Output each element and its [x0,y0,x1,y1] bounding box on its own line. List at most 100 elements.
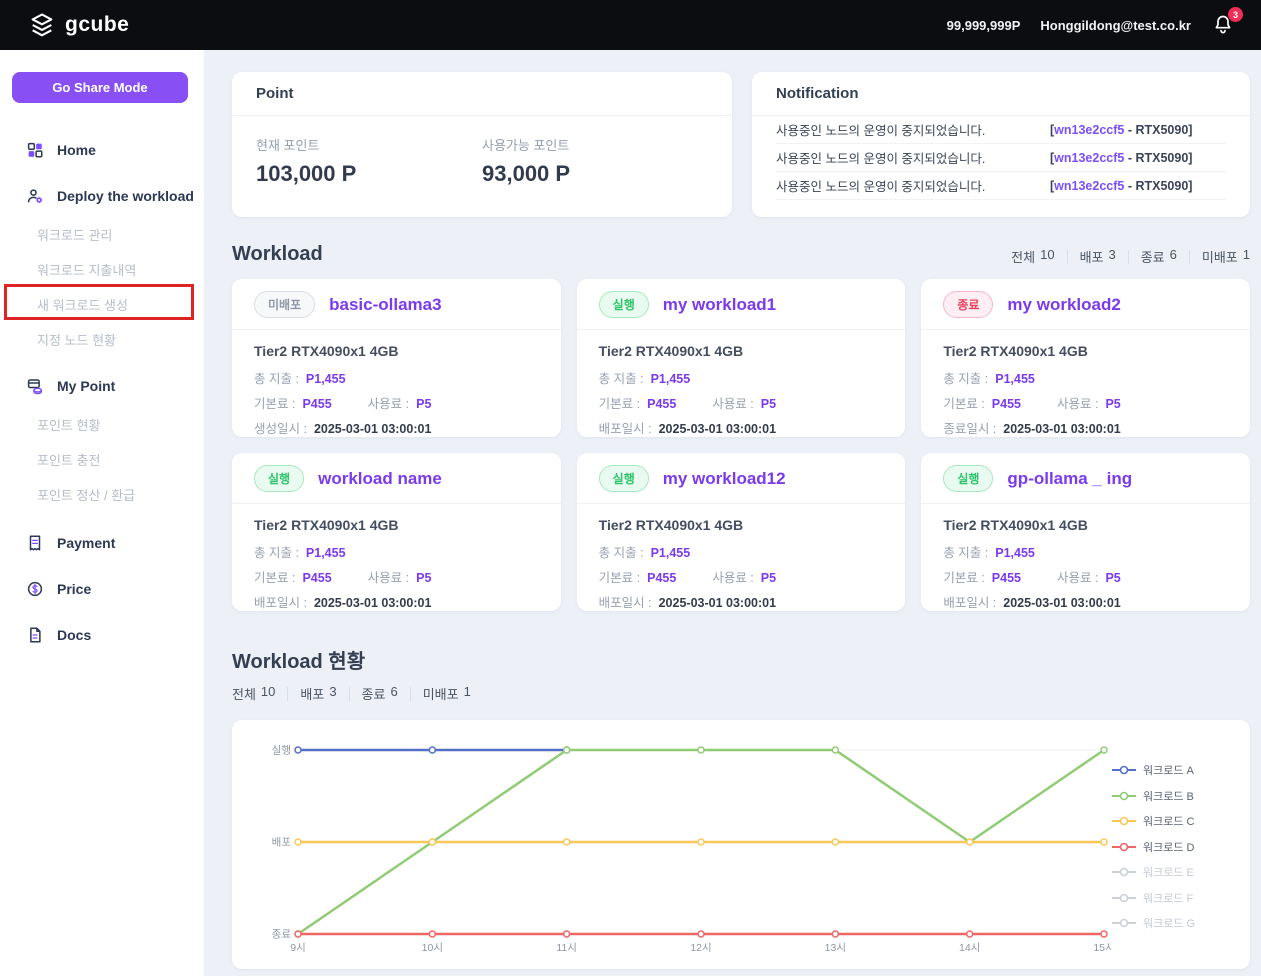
svg-text:13시: 13시 [825,942,846,954]
notification-card-title: Notification [752,72,1250,116]
legend-marker-icon [1112,867,1136,877]
my-point-coins-icon [26,377,44,395]
workload-card[interactable]: 실행 workload name Tier2 RTX4090x1 4GB 총 지… [232,453,561,611]
legend-marker-icon [1112,765,1136,775]
legend-item[interactable]: 워크로드 D [1112,839,1228,855]
filter-divider [287,687,288,701]
user-email[interactable]: Honggildong@test.co.kr [1040,18,1191,33]
main-content: Point 현재 포인트 103,000 P 사용가능 포인트 93,000 P… [204,50,1261,976]
notification-bell-button[interactable]: 3 [1211,12,1237,38]
sidebar-subitem-workload-manage[interactable]: 워크로드 관리 [0,217,204,252]
sidebar-item-label: Payment [57,535,115,551]
legend-item[interactable]: 워크로드 E [1112,864,1228,880]
workload-card[interactable]: 종료 my workload2 Tier2 RTX4090x1 4GB 총 지출… [921,279,1250,437]
filter-divider [410,687,411,701]
filter-deployed[interactable]: 배포3 [300,684,336,703]
legend-label: 워크로드 C [1143,813,1194,829]
sidebar-item-docs[interactable]: Docs [0,614,204,656]
status-badge: 실행 [254,465,304,492]
workload-spec: Tier2 RTX4090x1 4GB [943,343,1228,359]
filter-undeployed[interactable]: 미배포1 [423,684,471,703]
chart-legend: 워크로드 A 워크로드 B 워크로드 C 워크로드 D 워크로드 E 워크로드 F 워크로드… [1112,762,1228,931]
sidebar-subitem-workload-spend[interactable]: 워크로드 지출내역 [0,252,204,287]
filter-terminated[interactable]: 종료6 [362,684,398,703]
sidebar-item-deploy-workload[interactable]: Deploy the workload [0,175,204,217]
workload-status-section-title: Workload 현황 [232,645,365,674]
workload-title[interactable]: workload name [318,469,442,489]
svg-text:실행: 실행 [272,745,291,757]
filter-divider [1128,250,1129,264]
notification-row[interactable]: 사용중인 노드의 운영이 중지되었습니다. [wn13e2ccf5 - RTX5… [776,116,1226,144]
filter-terminated[interactable]: 종료6 [1141,247,1177,266]
legend-item[interactable]: 워크로드 B [1112,788,1228,804]
status-badge: 실행 [599,291,649,318]
svg-text:11시: 11시 [556,942,577,954]
workload-title[interactable]: my workload1 [663,295,776,315]
workload-cards-grid: 미배포 basic-ollama3 Tier2 RTX4090x1 4GB 총 … [232,279,1250,611]
workload-title[interactable]: gp-ollama _ ing [1007,469,1132,489]
sidebar-item-price[interactable]: Price [0,568,204,610]
legend-marker-icon [1112,791,1136,801]
filter-all[interactable]: 전체10 [1011,247,1054,266]
legend-item[interactable]: 워크로드 C [1112,813,1228,829]
sidebar-item-my-point[interactable]: My Point [0,365,204,407]
workload-spec: Tier2 RTX4090x1 4GB [599,517,884,533]
available-point-value: 93,000 P [482,161,708,187]
notification-row[interactable]: 사용중인 노드의 운영이 중지되었습니다. [wn13e2ccf5 - RTX5… [776,144,1226,172]
home-grid-icon [26,141,44,159]
legend-item[interactable]: 워크로드 F [1112,890,1228,906]
workload-card[interactable]: 실행 gp-ollama _ ing Tier2 RTX4090x1 4GB 총… [921,453,1250,611]
workload-card[interactable]: 미배포 basic-ollama3 Tier2 RTX4090x1 4GB 총 … [232,279,561,437]
docs-document-icon [26,626,44,644]
gcube-logo-icon [28,11,56,39]
legend-label: 워크로드 G [1143,915,1195,931]
filter-undeployed[interactable]: 미배포1 [1202,247,1250,266]
sidebar: Go Share Mode Home Dep [0,50,204,976]
workload-title[interactable]: my workload12 [663,469,786,489]
app-logo[interactable]: gcube [28,11,129,39]
filter-divider [1189,250,1190,264]
point-card: Point 현재 포인트 103,000 P 사용가능 포인트 93,000 P [232,72,732,217]
svg-text:15시: 15시 [1093,942,1112,954]
sidebar-item-label: Home [57,142,96,158]
workload-card[interactable]: 실행 my workload12 Tier2 RTX4090x1 4GB 총 지… [577,453,906,611]
workload-status-filters: 전체10 배포3 종료6 미배포1 [232,684,1250,703]
filter-divider [1067,250,1068,264]
notification-node-link[interactable]: [wn13e2ccf5 - RTX5090] [1050,151,1192,165]
svg-text:12시: 12시 [690,942,711,954]
notification-node-link[interactable]: [wn13e2ccf5 - RTX5090] [1050,179,1192,193]
notification-row[interactable]: 사용중인 노드의 운영이 중지되었습니다. [wn13e2ccf5 - RTX5… [776,172,1226,200]
sidebar-item-payment[interactable]: Payment [0,522,204,564]
status-badge: 실행 [943,465,993,492]
sidebar-subitem-node-status[interactable]: 지정 노드 현황 [0,322,204,357]
sidebar-subitem-point-status[interactable]: 포인트 현황 [0,407,204,442]
filter-deployed[interactable]: 배포3 [1080,247,1116,266]
sidebar-subitem-point-charge[interactable]: 포인트 충전 [0,442,204,477]
workload-title[interactable]: basic-ollama3 [329,295,441,315]
notification-card: Notification 사용중인 노드의 운영이 중지되었습니다. [wn13… [752,72,1250,217]
sidebar-item-home[interactable]: Home [0,129,204,171]
workload-spec: Tier2 RTX4090x1 4GB [254,517,539,533]
available-point-label: 사용가능 포인트 [482,135,708,154]
legend-label: 워크로드 F [1143,890,1193,906]
sidebar-subitem-point-settle-refund[interactable]: 포인트 정산 / 환급 [0,477,204,512]
payment-receipt-icon [26,534,44,552]
workload-card[interactable]: 실행 my workload1 Tier2 RTX4090x1 4GB 총 지출… [577,279,906,437]
workload-spec: Tier2 RTX4090x1 4GB [599,343,884,359]
sidebar-subitem-new-workload[interactable]: 새 워크로드 생성 [0,287,204,322]
workload-filters: 전체10 배포3 종료6 미배포1 [1011,247,1250,266]
legend-item[interactable]: 워크로드 A [1112,762,1228,778]
legend-label: 워크로드 A [1143,762,1194,778]
legend-item[interactable]: 워크로드 G [1112,915,1228,931]
legend-marker-icon [1112,893,1136,903]
workload-status-chart-card: 종료배포실행9시10시11시12시13시14시15시 워크로드 A워크로드 B워… [232,720,1250,969]
notification-node-link[interactable]: [wn13e2ccf5 - RTX5090] [1050,123,1192,137]
svg-text:9시: 9시 [290,942,306,954]
go-share-mode-button[interactable]: Go Share Mode [12,72,188,103]
filter-all[interactable]: 전체10 [232,684,275,703]
legend-label: 워크로드 D [1143,839,1194,855]
legend-label: 워크로드 B [1143,788,1194,804]
workload-status-line-chart[interactable]: 종료배포실행9시10시11시12시13시14시15시 [254,734,1112,962]
legend-label: 워크로드 E [1143,864,1194,880]
workload-title[interactable]: my workload2 [1007,295,1120,315]
